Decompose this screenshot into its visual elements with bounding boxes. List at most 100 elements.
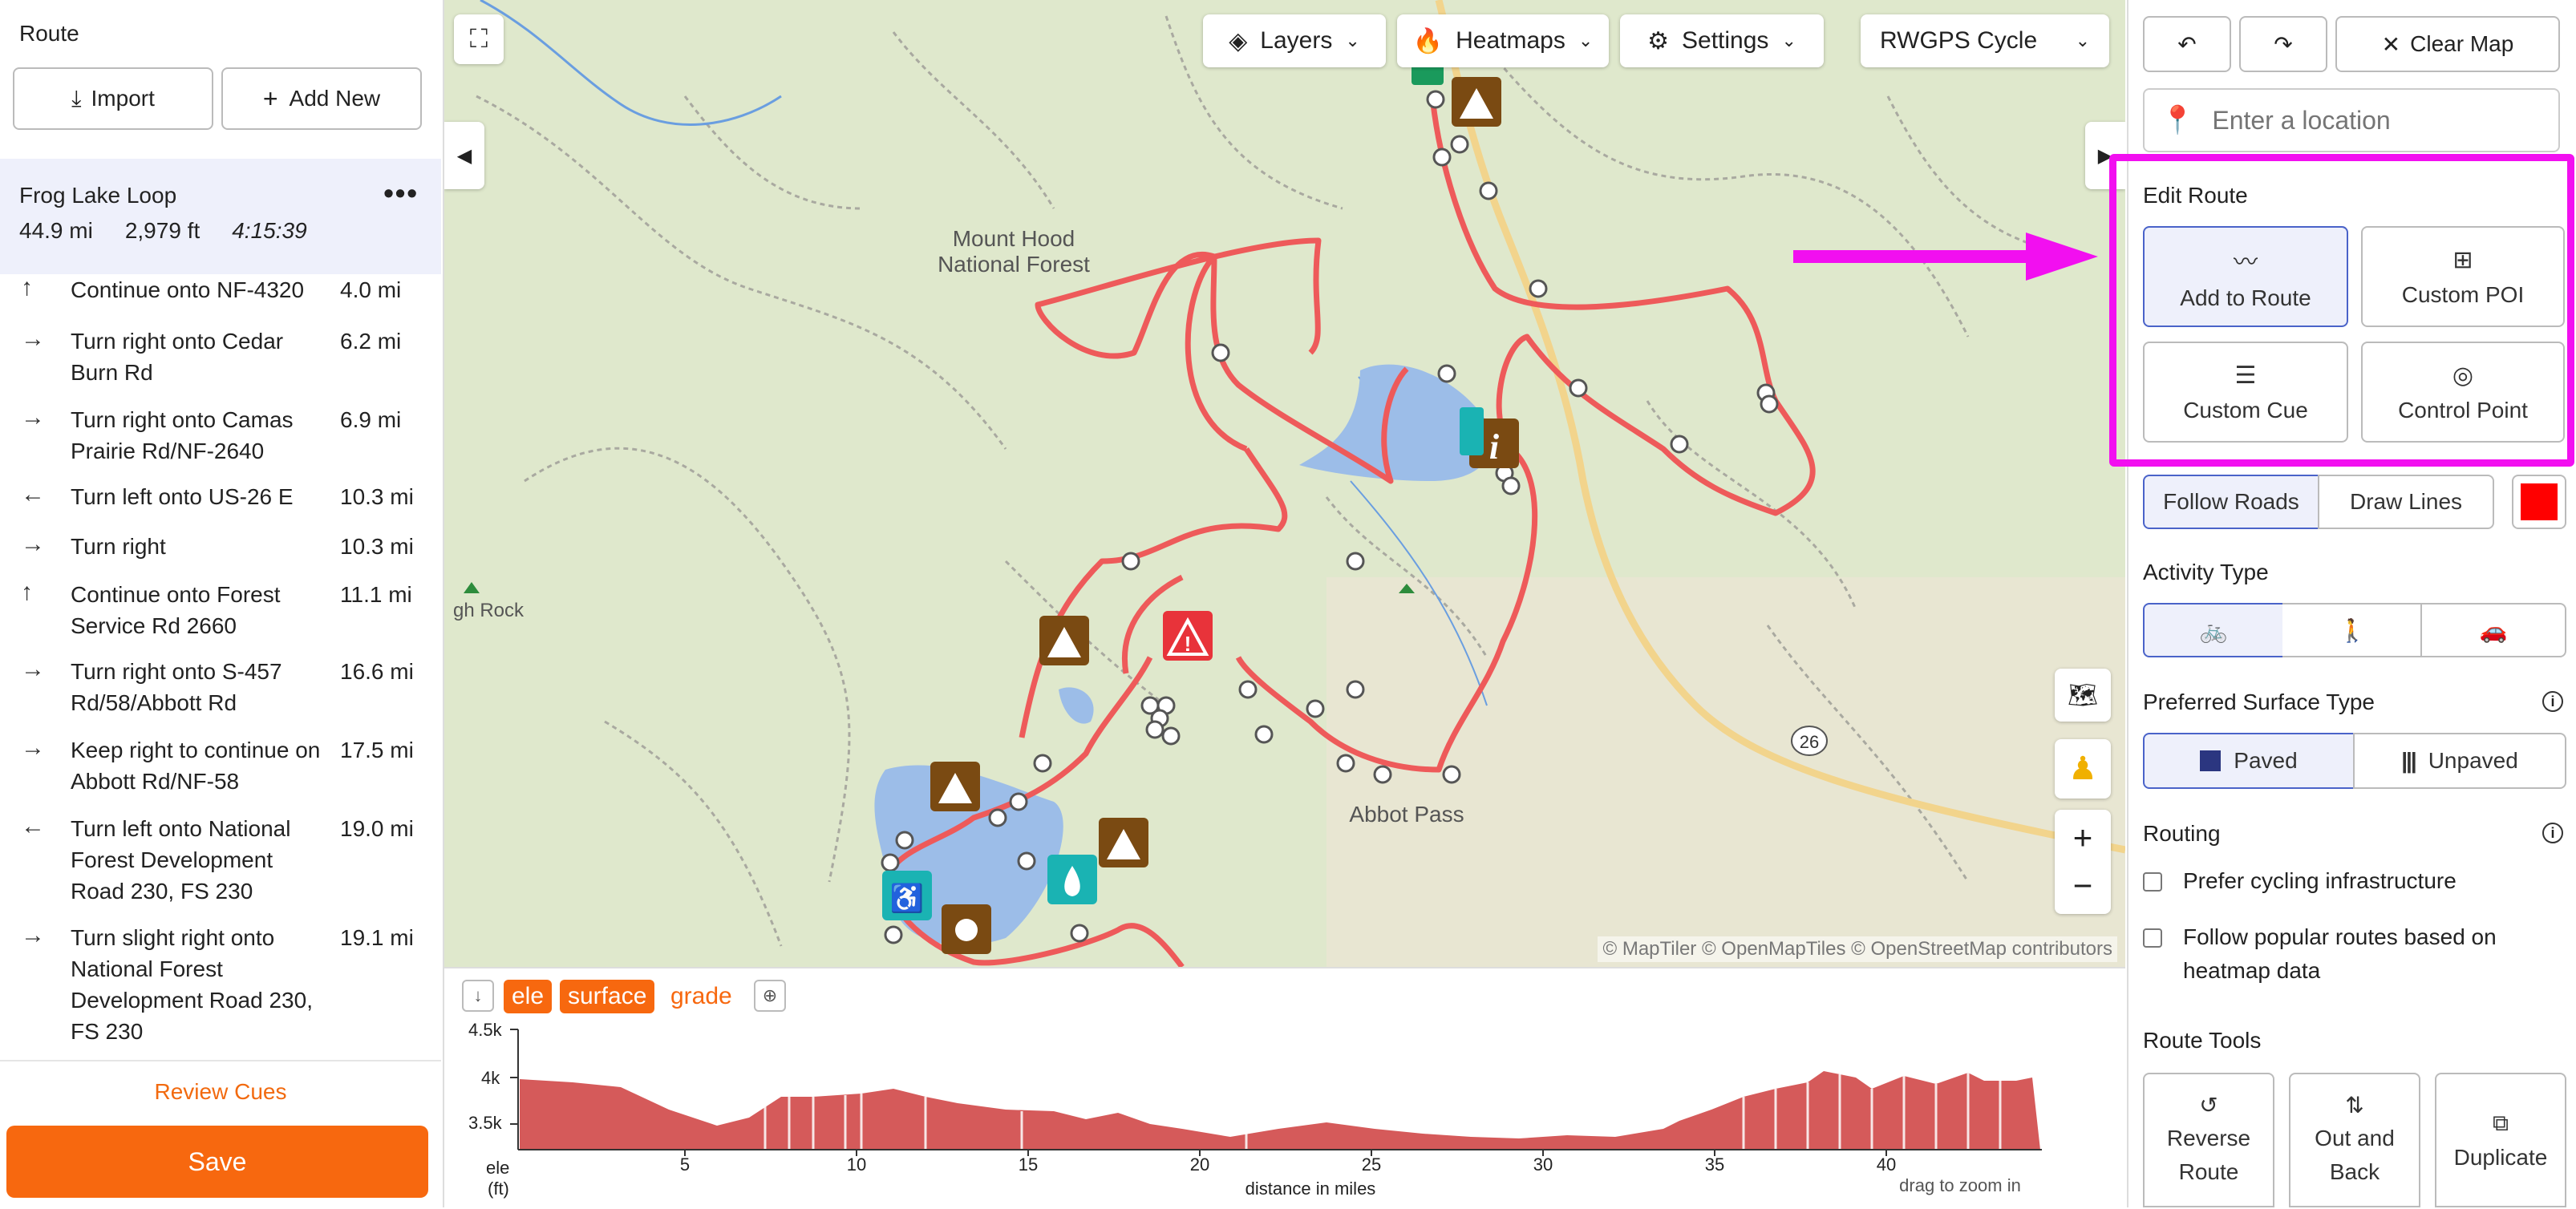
- elevation-profile[interactable]: ↓ ele surface grade ⊕ 4.5k 4k 3.5k ele (…: [444, 967, 2125, 1209]
- arrow-right-icon: →: [21, 326, 45, 352]
- map-attribution: © MapTiler © OpenMapTiles © OpenStreetMa…: [1598, 936, 2117, 962]
- x-axis-label: distance in miles: [1245, 1179, 1376, 1199]
- follow-roads-toggle[interactable]: Follow Roads: [2143, 475, 2319, 529]
- zoom-control: + −: [2055, 810, 2111, 914]
- undo-icon: ↶: [2177, 31, 2197, 57]
- arrow-right-icon: →: [21, 734, 45, 761]
- highlight-box: [2109, 154, 2574, 467]
- flame-icon: 🔥: [1412, 27, 1444, 55]
- cue-list: ↑ Continue onto NF-4320 4.0 mi → Turn ri…: [21, 274, 414, 1044]
- clear-map-button[interactable]: ✕ Clear Map: [2335, 16, 2560, 72]
- arrow-right-icon: →: [21, 656, 45, 682]
- drag-zoom-hint: drag to zoom in: [1899, 1175, 2021, 1195]
- chevron-down-icon: ⌄: [1578, 30, 1594, 51]
- settings-dropdown[interactable]: ⚙ Settings ⌄: [1620, 14, 1824, 67]
- chevron-down-icon: ⌄: [1781, 30, 1796, 51]
- route-color-picker[interactable]: [2512, 475, 2566, 529]
- basemap-dropdown[interactable]: RWGPS Cycle ⌄: [1861, 14, 2109, 67]
- walk-icon: 🚶: [2338, 617, 2367, 643]
- arrow-up-icon: ↑: [21, 579, 33, 605]
- redo-button[interactable]: ↷: [2239, 16, 2327, 72]
- x-tick: 40: [1876, 1154, 1897, 1175]
- out-and-back-icon: ⇅: [2345, 1092, 2364, 1118]
- heatmaps-dropdown[interactable]: 🔥 Heatmaps ⌄: [1397, 14, 1609, 67]
- bike-icon: 🚲: [2199, 617, 2228, 643]
- zoom-out-button[interactable]: −: [2073, 862, 2093, 910]
- activity-type-title: Activity Type: [2143, 560, 2269, 584]
- svg-text:i: i: [1489, 427, 1500, 467]
- color-swatch: [2521, 483, 2558, 520]
- follow-popular-checkbox[interactable]: [2143, 928, 2162, 948]
- save-button[interactable]: Save: [6, 1126, 428, 1198]
- fullscreen-button[interactable]: ⛶: [454, 14, 504, 64]
- reverse-icon: ↺: [2199, 1092, 2218, 1118]
- follow-popular-label: Follow popular routes based on heatmap d…: [2183, 924, 2497, 983]
- x-tick: 5: [679, 1154, 691, 1175]
- out-and-back-button[interactable]: ⇅ Out and Back: [2289, 1073, 2420, 1207]
- arrow-left-icon: ←: [21, 481, 45, 507]
- map-info-icon: 🗺: [2067, 681, 2099, 709]
- elevation-chart: [510, 1029, 2042, 1156]
- layers-icon: ◈: [1229, 27, 1248, 55]
- review-cues-link[interactable]: Review Cues: [0, 1060, 441, 1127]
- rock-label: gh Rock: [452, 600, 525, 621]
- svg-text:♿: ♿: [890, 883, 924, 914]
- activity-car-option[interactable]: 🚗: [2420, 603, 2566, 657]
- x-tick: 35: [1704, 1154, 1725, 1175]
- unpaved-icon: |||: [2401, 748, 2416, 773]
- x-tick: 20: [1189, 1154, 1210, 1175]
- arrow-right-icon: →: [21, 531, 45, 557]
- duplicate-icon: ⧉: [2493, 1110, 2509, 1135]
- download-icon: ⤓: [71, 85, 82, 111]
- prefer-cycling-checkbox[interactable]: [2143, 872, 2162, 892]
- paved-option[interactable]: Paved: [2143, 733, 2355, 789]
- paved-icon: [2200, 750, 2222, 771]
- arrow-right-icon: →: [21, 922, 45, 948]
- layers-dropdown[interactable]: ◈ Layers ⌄: [1203, 14, 1386, 67]
- surface-type-title: Preferred Surface Type: [2143, 689, 2375, 714]
- location-search[interactable]: 📍: [2143, 88, 2560, 152]
- plus-icon: +: [262, 83, 278, 113]
- undo-button[interactable]: ↶: [2143, 16, 2231, 72]
- route-elevation: 2,979 ft: [124, 218, 200, 243]
- x-tick: 30: [1533, 1154, 1553, 1175]
- chevron-down-icon: ⌄: [1345, 30, 1360, 51]
- location-input[interactable]: [2210, 104, 2535, 136]
- more-options-icon[interactable]: •••: [383, 176, 419, 210]
- chevron-down-icon: ⌄: [2075, 30, 2090, 51]
- street-view-button[interactable]: ♟: [2055, 739, 2111, 799]
- routing-title: Routing: [2143, 821, 2221, 846]
- x-tick: 25: [1361, 1154, 1382, 1175]
- chevron-left-icon: ◀: [456, 144, 472, 167]
- fullscreen-icon: ⛶: [469, 24, 488, 53]
- map-canvas[interactable]: i ♿ ! Mount Hood National Forest Abbot P…: [444, 0, 2125, 967]
- location-pin-icon: 📍: [2161, 105, 2195, 135]
- info-icon[interactable]: i: [2542, 823, 2563, 843]
- road-shield-label: 26: [1799, 732, 1820, 752]
- activity-bike-option[interactable]: 🚲: [2143, 603, 2284, 657]
- car-icon: 🚗: [2479, 617, 2508, 643]
- info-icon[interactable]: i: [2542, 691, 2563, 712]
- gear-icon: ⚙: [1647, 27, 1670, 55]
- collapse-left-button[interactable]: ◀: [444, 122, 484, 189]
- redo-icon: ↷: [2274, 31, 2293, 57]
- zoom-in-button[interactable]: +: [2073, 814, 2093, 862]
- annotation-arrow-icon: [1793, 232, 2098, 281]
- duplicate-button[interactable]: ⧉ Duplicate: [2435, 1073, 2566, 1207]
- x-tick: 10: [846, 1154, 867, 1175]
- close-icon: ✕: [2381, 31, 2401, 57]
- activity-walk-option[interactable]: 🚶: [2282, 603, 2422, 657]
- route-distance: 44.9 mi: [19, 218, 93, 243]
- reverse-route-button[interactable]: ↺ Reverse Route: [2143, 1073, 2274, 1207]
- route-card[interactable]: Frog Lake Loop 44.9 mi 2,979 ft 4:15:39 …: [0, 159, 441, 274]
- map-legend-button[interactable]: 🗺: [2055, 669, 2111, 722]
- svg-text:!: !: [1185, 632, 1192, 656]
- add-new-button[interactable]: + Add New: [221, 67, 422, 130]
- route-sidebar: Route ⤓ Import + Add New Frog Lake Loop …: [0, 0, 444, 1207]
- unpaved-option[interactable]: ||| Unpaved: [2353, 733, 2566, 789]
- sidebar-title: Route: [19, 21, 79, 46]
- import-button[interactable]: ⤓ Import: [13, 67, 213, 130]
- prefer-cycling-label: Prefer cycling infrastructure: [2183, 868, 2457, 893]
- draw-lines-toggle[interactable]: Draw Lines: [2318, 475, 2494, 529]
- arrow-up-icon: ↑: [21, 274, 33, 301]
